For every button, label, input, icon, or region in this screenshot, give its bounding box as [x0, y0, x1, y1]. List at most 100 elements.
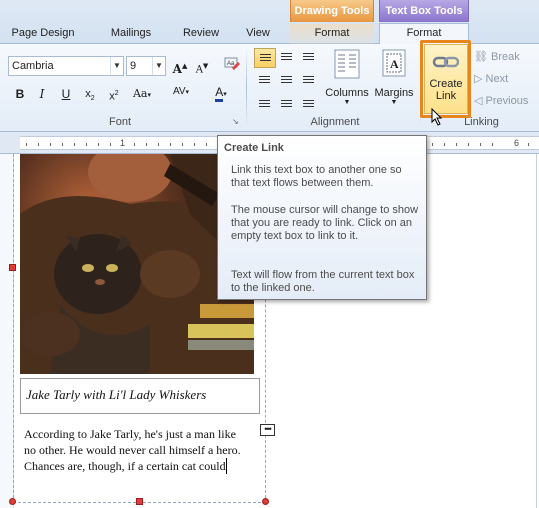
clear-formatting-icon[interactable]: Aa [220, 54, 244, 74]
ruler-tick [528, 143, 529, 146]
ruler-tick [98, 143, 99, 146]
ribbon-tab-row: Drawing Tools Text Box Tools Page Design… [0, 0, 539, 45]
previous-icon: ◁ [474, 95, 483, 107]
tab-view[interactable]: View [236, 24, 280, 44]
text-overflow-icon[interactable]: ••• [260, 424, 275, 436]
ruler-tick [170, 143, 171, 146]
resize-handle-bottom-left[interactable] [9, 498, 16, 505]
ruler-number: 1 [120, 138, 126, 148]
ruler-tick [26, 143, 27, 146]
change-case-icon[interactable]: Aa▾ [128, 84, 156, 104]
columns-button[interactable]: Columns ▼ [322, 48, 372, 112]
ruler-tick [62, 143, 63, 146]
ruler-tick [182, 143, 183, 146]
align-middle-left-icon[interactable] [254, 70, 276, 90]
ruler-tick [158, 143, 159, 146]
svg-text:A: A [390, 57, 399, 71]
tooltip-title: Create Link [224, 142, 284, 154]
tooltip-paragraph: Link this text box to another one so tha… [231, 164, 402, 189]
subscript-icon[interactable]: x2 [80, 84, 100, 104]
caption-box[interactable]: Jake Tarly with Li'l Lady Whiskers [20, 378, 260, 414]
font-size-combo[interactable]: 9 ▼ [126, 56, 166, 76]
create-link-highlight [420, 40, 471, 118]
margins-icon: A [382, 49, 406, 77]
body-line: According to Jake Tarly, he's just a man… [24, 427, 236, 441]
font-name-combo[interactable]: Cambria ▼ [8, 56, 124, 76]
align-middle-center-icon[interactable] [276, 70, 298, 90]
ruler-tick [38, 143, 39, 146]
resize-handle-bottom[interactable] [136, 498, 143, 505]
font-color-icon[interactable]: A▾ [208, 82, 234, 102]
chevron-down-icon[interactable]: ▼ [110, 57, 123, 75]
break-link-button[interactable]: ⛓ Break [474, 47, 520, 67]
group-divider [246, 48, 247, 128]
font-group-label: Font [108, 116, 131, 128]
mouse-pointer-icon [431, 107, 443, 129]
chevron-down-icon: ▼ [343, 99, 351, 106]
tab-mailings[interactable]: Mailings [100, 24, 162, 44]
character-spacing-icon[interactable]: AV▾ [168, 82, 194, 102]
ruler-tick [134, 143, 135, 146]
align-bottom-center-icon[interactable] [276, 92, 298, 112]
superscript-icon[interactable]: x2 [104, 84, 124, 104]
align-bottom-left-icon[interactable] [254, 92, 276, 112]
ruler-tick [444, 143, 445, 146]
ruler-tick [468, 143, 469, 146]
photo-caption: Jake Tarly with Li'l Lady Whiskers [26, 387, 207, 402]
text-box-tools-header: Text Box Tools [379, 0, 469, 22]
align-bottom-right-icon[interactable] [298, 92, 320, 112]
page-edge [536, 154, 537, 508]
ruler-tick [480, 143, 481, 146]
break-label: Break [491, 51, 520, 63]
dialog-launcher-icon[interactable]: ↘ [232, 117, 242, 127]
tooltip-paragraph: Text will flow from the current text box… [231, 269, 415, 294]
ruler-tick [194, 143, 195, 146]
tab-page-design[interactable]: Page Design [6, 24, 80, 44]
ruler-tick [492, 143, 493, 146]
bold-icon[interactable]: B [10, 84, 30, 104]
ruler-tick [206, 143, 207, 146]
previous-label: Previous [485, 95, 529, 107]
ruler-tick [110, 143, 111, 146]
chevron-down-icon: ▼ [390, 99, 398, 106]
svg-text:Aa: Aa [227, 61, 235, 67]
margins-button[interactable]: A Margins ▼ [372, 48, 416, 112]
shrink-font-icon[interactable]: A▼ [192, 56, 212, 76]
resize-handle-bottom-right[interactable] [262, 498, 269, 505]
body-line: no other. He would never call himself a … [24, 443, 241, 457]
tooltip-paragraph: The mouse cursor will change to show tha… [231, 204, 419, 242]
ruler-tick [74, 143, 75, 146]
ruler-tick [432, 143, 433, 146]
tab-drawing-format[interactable]: Format [290, 24, 374, 44]
ruler-tick [456, 143, 457, 146]
columns-label: Columns [325, 87, 369, 99]
ruler-tick [86, 143, 87, 146]
margins-label: Margins [374, 87, 414, 99]
next-label: Next [485, 73, 509, 85]
grow-font-icon[interactable]: A▲ [170, 56, 190, 76]
underline-icon[interactable]: U [56, 84, 76, 104]
font-size-value: 9 [130, 60, 137, 72]
font-name-value: Cambria [12, 60, 54, 72]
create-link-tooltip: Create Link Link this text box to anothe… [217, 135, 427, 300]
drawing-tools-header: Drawing Tools [290, 0, 374, 22]
previous-button[interactable]: ◁ Previous [474, 91, 528, 111]
ruler-tick [50, 143, 51, 146]
align-top-left-icon[interactable] [254, 48, 276, 68]
resize-handle-left[interactable] [9, 264, 16, 271]
next-icon: ▷ [474, 73, 483, 85]
ruler-tick [146, 143, 147, 146]
italic-icon[interactable]: I [32, 84, 52, 104]
align-top-right-icon[interactable] [298, 48, 320, 68]
next-button[interactable]: ▷ Next [474, 69, 508, 89]
body-line: Chances are, though, if a certain cat co… [24, 458, 227, 474]
tab-review[interactable]: Review [172, 24, 230, 44]
align-middle-right-icon[interactable] [298, 70, 320, 90]
ruler-number: 6 [514, 138, 520, 148]
break-link-icon: ⛓ [474, 51, 488, 63]
body-text-block[interactable]: According to Jake Tarly, he's just a man… [24, 426, 264, 474]
columns-icon [334, 49, 360, 79]
alignment-group-label: Alignment [310, 116, 360, 128]
align-top-center-icon[interactable] [276, 48, 298, 68]
chevron-down-icon[interactable]: ▼ [152, 57, 165, 75]
